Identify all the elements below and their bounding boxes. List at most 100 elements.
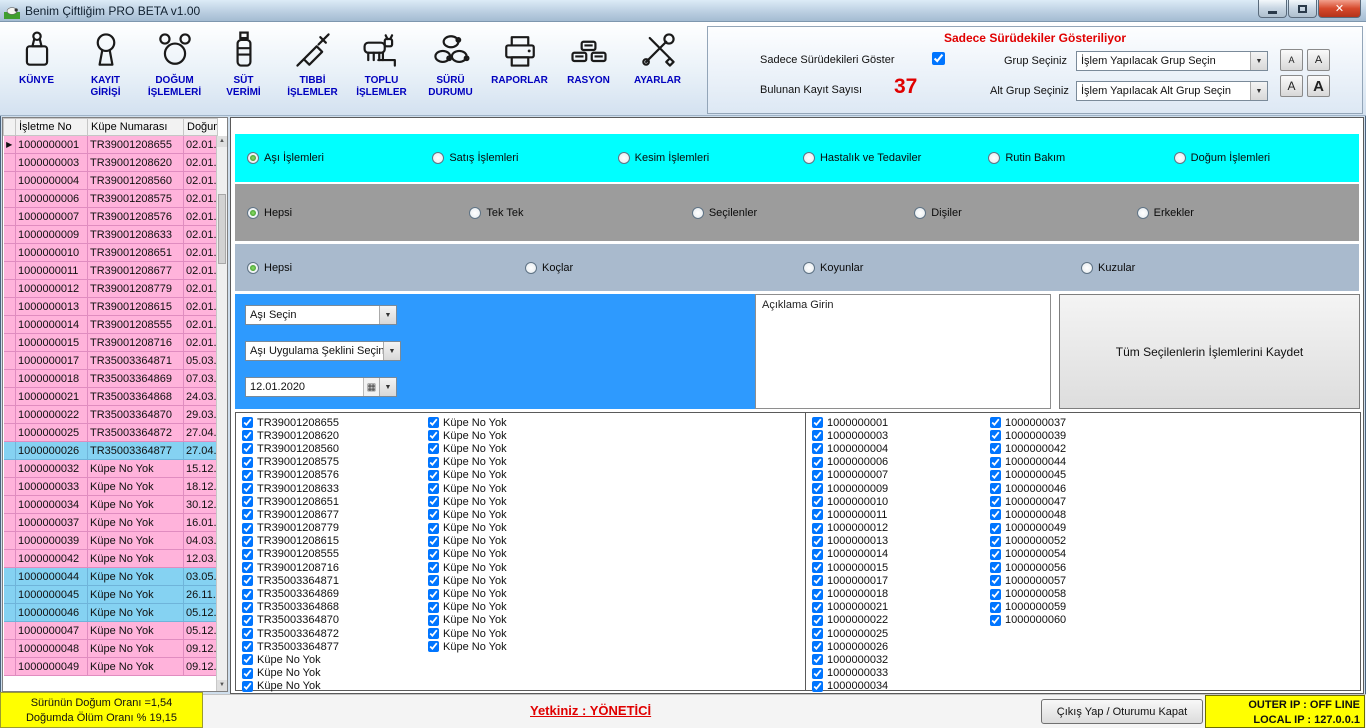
animal-checkbox[interactable] xyxy=(428,430,439,441)
grid-row[interactable]: 1000000039Küpe No Yok04.03.2 xyxy=(4,532,218,550)
grid-row[interactable]: 1000000048Küpe No Yok09.12.2 xyxy=(4,640,218,658)
animal-checklist-item[interactable]: 1000000012 xyxy=(812,522,888,535)
animal-checkbox[interactable] xyxy=(812,681,823,692)
animal-checklist-item[interactable]: 1000000004 xyxy=(812,442,888,455)
grid-row[interactable]: 1000000042Küpe No Yok12.03.2 xyxy=(4,550,218,568)
animal-checklist-item[interactable]: Küpe No Yok xyxy=(428,416,507,429)
animal-checkbox[interactable] xyxy=(812,628,823,639)
animal-checklist-item[interactable]: 1000000045 xyxy=(990,469,1066,482)
grid-row[interactable]: 1000000010TR3900120865102.01.2 xyxy=(4,244,218,262)
animal-checklist-item[interactable]: TR39001208620 xyxy=(242,429,339,442)
grid-row[interactable]: 1000000004TR3900120856002.01.2 xyxy=(4,172,218,190)
animal-checklist-item[interactable]: TR39001208555 xyxy=(242,548,339,561)
grid-row[interactable]: 1000000012TR3900120877902.01.2 xyxy=(4,280,218,298)
animal-checklist-item[interactable]: 1000000052 xyxy=(990,535,1066,548)
grid-column-header-i-şletme-no[interactable]: İşletme No xyxy=(16,119,88,136)
animal-checklist-item[interactable]: TR39001208575 xyxy=(242,456,339,469)
animal-checklist-item[interactable]: TR35003364869 xyxy=(242,587,339,600)
animal-checklist-item[interactable]: 1000000044 xyxy=(990,456,1066,469)
animal-checkbox[interactable] xyxy=(242,562,253,573)
animal-checkbox[interactable] xyxy=(812,589,823,600)
animal-checkbox[interactable] xyxy=(242,589,253,600)
grid-row[interactable]: 1000000044Küpe No Yok03.05.2 xyxy=(4,568,218,586)
animal-checklist-item[interactable]: Küpe No Yok xyxy=(428,561,507,574)
animal-checklist-item[interactable]: 1000000009 xyxy=(812,482,888,495)
animal-checkbox[interactable] xyxy=(990,615,1001,626)
grid-row[interactable]: 1000000014TR3900120855502.01.2 xyxy=(4,316,218,334)
maximize-button[interactable] xyxy=(1288,0,1317,18)
toolbar-button-tibbi-islemler[interactable]: TIBBİİŞLEMLER xyxy=(278,24,347,112)
toolbar-button-raporlar[interactable]: RAPORLAR xyxy=(485,24,554,112)
animal-checklist-item[interactable]: Küpe No Yok xyxy=(428,522,507,535)
grid-row[interactable]: 1000000018TR3500336486907.03.2 xyxy=(4,370,218,388)
grid-row[interactable]: 1000000003TR3900120862002.01.2 xyxy=(4,154,218,172)
grid-row[interactable]: 1000000046Küpe No Yok05.12.2 xyxy=(4,604,218,622)
radio-option-satış-i-şlemleri[interactable]: Satış İşlemleri xyxy=(432,152,617,164)
animal-checklist-item[interactable]: 1000000010 xyxy=(812,495,888,508)
font-size-button-4[interactable]: A xyxy=(1307,75,1330,97)
logout-button[interactable]: Çıkış Yap / Oturumu Kapat xyxy=(1041,699,1203,724)
scroll-down-icon[interactable]: ▼ xyxy=(217,680,227,691)
animal-checklist-item[interactable]: 1000000022 xyxy=(812,614,888,627)
animal-checkbox[interactable] xyxy=(242,681,253,692)
grid-column-header-küpe-numarası[interactable]: Küpe Numarası xyxy=(88,119,184,136)
animal-checklist-item[interactable]: 1000000058 xyxy=(990,587,1066,600)
animal-checkbox[interactable] xyxy=(990,470,1001,481)
animal-checklist-item[interactable]: 1000000056 xyxy=(990,561,1066,574)
animal-checklist-item[interactable]: TR39001208560 xyxy=(242,442,339,455)
grid-row[interactable]: 1000000026TR3500336487727.04.2 xyxy=(4,442,218,460)
animal-checklist-item[interactable]: 1000000048 xyxy=(990,508,1066,521)
animal-checkbox[interactable] xyxy=(428,615,439,626)
radio-option-koçlar[interactable]: Koçlar xyxy=(525,262,803,274)
grid-row[interactable]: 1000000007TR3900120857602.01.2 xyxy=(4,208,218,226)
radio-option-koyunlar[interactable]: Koyunlar xyxy=(803,262,1081,274)
grid-column-header-doğum-t[interactable]: Doğum T xyxy=(184,119,218,136)
animal-checkbox[interactable] xyxy=(812,430,823,441)
animal-checkbox[interactable] xyxy=(990,523,1001,534)
animal-checklist-item[interactable]: 1000000047 xyxy=(990,495,1066,508)
animal-checkbox[interactable] xyxy=(812,668,823,679)
animal-checkbox[interactable] xyxy=(428,509,439,520)
animal-checklist-item[interactable]: Küpe No Yok xyxy=(428,587,507,600)
radio-option-kesim-i-şlemleri[interactable]: Kesim İşlemleri xyxy=(618,152,803,164)
font-size-button-1[interactable]: A xyxy=(1280,49,1303,71)
radio-option-kuzular[interactable]: Kuzular xyxy=(1081,262,1359,274)
animal-checklist-item[interactable]: Küpe No Yok xyxy=(242,667,339,680)
animal-checkbox[interactable] xyxy=(990,562,1001,573)
animal-checklist-item[interactable]: Küpe No Yok xyxy=(428,574,507,587)
toolbar-button-kunye[interactable]: KÜNYE xyxy=(2,24,71,112)
animal-checklist-item[interactable]: TR39001208779 xyxy=(242,522,339,535)
font-size-button-2[interactable]: A xyxy=(1307,49,1330,71)
grid-row[interactable]: 1000000009TR3900120863302.01.2 xyxy=(4,226,218,244)
animal-checklist-item[interactable]: 1000000057 xyxy=(990,574,1066,587)
application-method-select[interactable]: Aşı Uygulama Şeklini Seçin ▼ xyxy=(245,341,401,361)
animal-checkbox[interactable] xyxy=(812,641,823,652)
animal-checklist-item[interactable]: 1000000003 xyxy=(812,429,888,442)
animal-checkbox[interactable] xyxy=(812,549,823,560)
animal-checkbox[interactable] xyxy=(990,457,1001,468)
scroll-up-icon[interactable]: ▲ xyxy=(217,136,227,147)
toolbar-button-rasyon[interactable]: RASYON xyxy=(554,24,623,112)
date-picker[interactable]: 12.01.2020 ▦ ▼ xyxy=(245,377,397,397)
animal-checkbox[interactable] xyxy=(242,602,253,613)
grid-row[interactable]: 1000000047Küpe No Yok05.12.2 xyxy=(4,622,218,640)
grid-row[interactable]: 1000000013TR3900120861502.01.2 xyxy=(4,298,218,316)
animal-checkbox[interactable] xyxy=(428,536,439,547)
animal-checkbox[interactable] xyxy=(242,483,253,494)
grid-scrollbar[interactable]: ▲ ▼ xyxy=(216,136,227,691)
toolbar-button-ayarlar[interactable]: AYARLAR xyxy=(623,24,692,112)
animal-checkbox[interactable] xyxy=(242,443,253,454)
animal-checkbox[interactable] xyxy=(990,417,1001,428)
animal-checkbox[interactable] xyxy=(812,483,823,494)
animal-checkbox[interactable] xyxy=(242,509,253,520)
animal-checkbox[interactable] xyxy=(242,628,253,639)
animal-checkbox[interactable] xyxy=(812,470,823,481)
radio-option-doğum-i-şlemleri[interactable]: Doğum İşlemleri xyxy=(1174,152,1359,164)
animal-checkbox[interactable] xyxy=(242,430,253,441)
animal-checkbox[interactable] xyxy=(242,641,253,652)
toolbar-button-kayit-girisi[interactable]: KAYITGİRİŞİ xyxy=(71,24,140,112)
animal-checkbox[interactable] xyxy=(428,483,439,494)
animal-checklist-item[interactable]: 1000000039 xyxy=(990,429,1066,442)
animal-checklist-item[interactable]: 1000000007 xyxy=(812,469,888,482)
animal-checkbox[interactable] xyxy=(428,589,439,600)
